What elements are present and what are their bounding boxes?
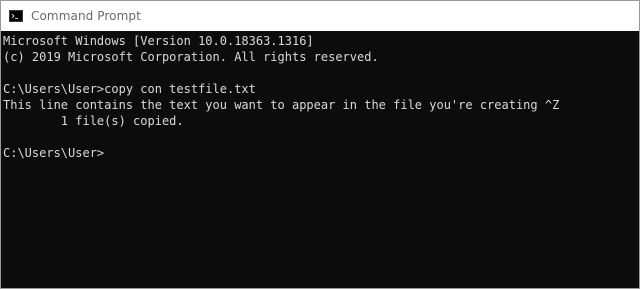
console-line-blank [3, 65, 559, 81]
console-lines: Microsoft Windows [Version 10.0.18363.13… [3, 33, 559, 161]
cmd-icon [9, 10, 23, 22]
command-prompt-window: Command Prompt Microsoft Windows [Versio… [0, 0, 640, 289]
console-line-input-text: This line contains the text you want to … [3, 98, 560, 112]
window-title: Command Prompt [31, 9, 141, 23]
console-output[interactable]: Microsoft Windows [Version 10.0.18363.13… [1, 31, 639, 288]
console-prompt[interactable]: C:\Users\User> [3, 145, 559, 161]
console-line-blank [3, 129, 559, 145]
console-line-result: 1 file(s) copied. [3, 114, 184, 128]
console-line-version: Microsoft Windows [Version 10.0.18363.13… [3, 34, 314, 48]
console-line-command: C:\Users\User>copy con testfile.txt [3, 82, 256, 96]
console-line-copyright: (c) 2019 Microsoft Corporation. All righ… [3, 50, 379, 64]
title-bar[interactable]: Command Prompt [1, 1, 639, 31]
